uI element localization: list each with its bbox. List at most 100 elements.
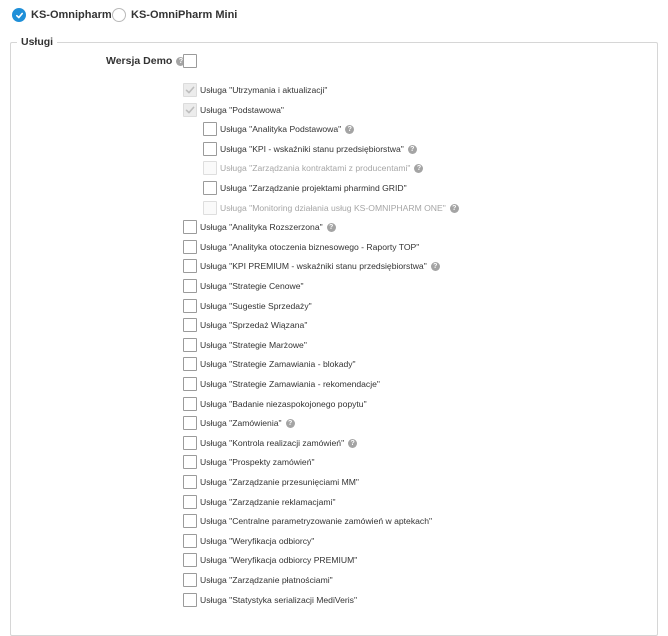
service-label: Usługa "Zarządzanie reklamacjami" — [200, 497, 336, 507]
service-checkbox[interactable] — [183, 338, 197, 352]
service-checkbox — [203, 201, 217, 215]
service-row: Usługa "Sprzedaż Wiązana" — [183, 318, 307, 332]
radio-ks-omnipharm-mini[interactable]: KS-OmniPharm Mini — [112, 8, 237, 22]
service-label: Usługa "Monitoring działania usług KS-OM… — [220, 203, 446, 213]
service-checkbox[interactable] — [183, 416, 197, 430]
service-label: Usługa "Podstawowa" — [200, 105, 284, 115]
service-label: Usługa "Zamówienia" — [200, 418, 282, 428]
service-checkbox[interactable] — [183, 279, 197, 293]
service-checkbox[interactable] — [183, 318, 197, 332]
radio-label: KS-OmniPharm Mini — [131, 9, 238, 21]
service-row: Usługa "Zarządzanie projektami pharmind … — [203, 181, 407, 195]
service-checkbox[interactable] — [183, 240, 197, 254]
service-row: Usługa "Badanie niezaspokojonego popytu" — [183, 397, 367, 411]
service-label: Usługa "Zarządzanie przesunięciami MM" — [200, 477, 359, 487]
help-icon[interactable]: ? — [326, 222, 336, 232]
service-row: Usługa "Monitoring działania usług KS-OM… — [203, 201, 459, 215]
service-label: Usługa "Zarządzanie projektami pharmind … — [220, 183, 407, 193]
demo-version-text: Wersja Demo — [106, 55, 173, 67]
services-legend: Usługi — [21, 36, 54, 48]
service-checkbox[interactable] — [183, 534, 197, 548]
service-checkbox[interactable] — [183, 357, 197, 371]
service-checkbox[interactable] — [183, 593, 197, 607]
service-label: Usługa "Badanie niezaspokojonego popytu" — [200, 399, 367, 409]
service-label: Usługa "Centralne parametryzowanie zamów… — [200, 516, 433, 526]
service-checkbox[interactable] — [183, 259, 197, 273]
service-row: Usługa "Sugestie Sprzedaży" — [183, 299, 312, 313]
help-icon[interactable]: ? — [449, 203, 459, 213]
service-label: Usługa "Sugestie Sprzedaży" — [200, 301, 312, 311]
service-row: Usługa "Weryfikacja odbiorcy PREMIUM" — [183, 553, 357, 567]
service-label: Usługa "Zarządzanie płatnościami" — [200, 575, 333, 585]
demo-version-label: Wersja Demo ? — [106, 55, 186, 67]
radio-ks-omnipharm[interactable]: KS-Omnipharm — [12, 8, 112, 22]
service-row: Usługa "Zarządzanie płatnościami" — [183, 573, 333, 587]
service-row: Usługa "Podstawowa" — [183, 103, 284, 117]
service-label: Usługa "Zarządzania kontraktami z produc… — [220, 163, 411, 173]
service-checkbox[interactable] — [183, 495, 197, 509]
service-checkbox[interactable] — [183, 220, 197, 234]
service-label: Usługa "Analityka Podstawowa" — [220, 124, 342, 134]
service-row: Usługa "Kontrola realizacji zamówień"? — [183, 436, 358, 450]
check-icon — [185, 106, 195, 114]
service-row: Usługa "Zarządzanie reklamacjami" — [183, 495, 336, 509]
service-label: Usługa "Weryfikacja odbiorcy PREMIUM" — [200, 555, 358, 565]
service-row: Usługa "Zarządzanie przesunięciami MM" — [183, 475, 359, 489]
service-checkbox[interactable] — [183, 397, 197, 411]
help-icon[interactable]: ? — [407, 144, 417, 154]
service-label: Usługa "Strategie Zamawiania - rekomenda… — [200, 379, 380, 389]
service-label: Usługa "Analityka Rozszerzona" — [200, 222, 323, 232]
service-row: Usługa "Strategie Cenowe" — [183, 279, 304, 293]
service-checkbox[interactable] — [183, 436, 197, 450]
service-checkbox[interactable] — [203, 181, 217, 195]
service-row: Usługa "Utrzymania i aktualizacji" — [183, 83, 327, 97]
service-row: Usługa "Zamówienia"? — [183, 416, 295, 430]
service-label: Usługa "Utrzymania i aktualizacji" — [200, 85, 328, 95]
service-row: Usługa "Prospekty zamówień" — [183, 455, 315, 469]
service-checkbox[interactable] — [183, 475, 197, 489]
service-label: Usługa "Prospekty zamówień" — [200, 457, 315, 467]
service-row: Usługa "Strategie Zamawiania - blokady" — [183, 357, 356, 371]
service-row: Usługa "KPI PREMIUM - wskaźniki stanu pr… — [183, 259, 440, 273]
demo-version-checkbox[interactable] — [183, 54, 197, 68]
service-checkbox — [183, 103, 197, 117]
help-icon[interactable]: ? — [348, 438, 358, 448]
service-checkbox[interactable] — [183, 553, 197, 567]
service-label: Usługa "Sprzedaż Wiązana" — [200, 320, 308, 330]
service-checkbox[interactable] — [203, 122, 217, 136]
radio-label: KS-Omnipharm — [31, 9, 112, 21]
service-checkbox[interactable] — [183, 573, 197, 587]
service-label: Usługa "Analityka otoczenia biznesowego … — [200, 242, 420, 252]
service-label: Usługa "Weryfikacja odbiorcy" — [200, 536, 315, 546]
service-row: Usługa "Strategie Marżowe" — [183, 338, 307, 352]
service-checkbox[interactable] — [203, 142, 217, 156]
service-label: Usługa "KPI PREMIUM - wskaźniki stanu pr… — [200, 261, 427, 271]
check-icon — [185, 86, 195, 94]
service-row: Usługa "Zarządzania kontraktami z produc… — [203, 161, 424, 175]
help-icon[interactable]: ? — [285, 418, 295, 428]
service-label: Usługa "Statystyka serializacji MediVeri… — [200, 595, 358, 605]
help-icon[interactable]: ? — [414, 163, 424, 173]
service-label: Usługa "Kontrola realizacji zamówień" — [200, 438, 345, 448]
service-row: Usługa "Analityka Rozszerzona"? — [183, 220, 336, 234]
service-row: Usługa "Strategie Zamawiania - rekomenda… — [183, 377, 380, 391]
service-row: Usługa "Weryfikacja odbiorcy" — [183, 534, 314, 548]
radio-unchecked-icon — [112, 8, 126, 22]
service-checkbox — [183, 83, 197, 97]
help-icon[interactable]: ? — [430, 261, 440, 271]
service-row: Usługa "KPI - wskaźniki stanu przedsiębi… — [203, 142, 417, 156]
radio-checked-icon — [12, 8, 26, 22]
service-row: Usługa "Analityka Podstawowa"? — [203, 122, 355, 136]
service-label: Usługa "Strategie Cenowe" — [200, 281, 304, 291]
service-checkbox — [203, 161, 217, 175]
service-label: Usługa "KPI - wskaźniki stanu przedsiębi… — [220, 144, 404, 154]
service-checkbox[interactable] — [183, 377, 197, 391]
service-checkbox[interactable] — [183, 299, 197, 313]
service-row: Usługa "Analityka otoczenia biznesowego … — [183, 240, 419, 254]
service-label: Usługa "Strategie Marżowe" — [200, 340, 307, 350]
service-row: Usługa "Statystyka serializacji MediVeri… — [183, 593, 357, 607]
service-label: Usługa "Strategie Zamawiania - blokady" — [200, 359, 356, 369]
help-icon[interactable]: ? — [345, 124, 355, 134]
service-checkbox[interactable] — [183, 514, 197, 528]
service-checkbox[interactable] — [183, 455, 197, 469]
